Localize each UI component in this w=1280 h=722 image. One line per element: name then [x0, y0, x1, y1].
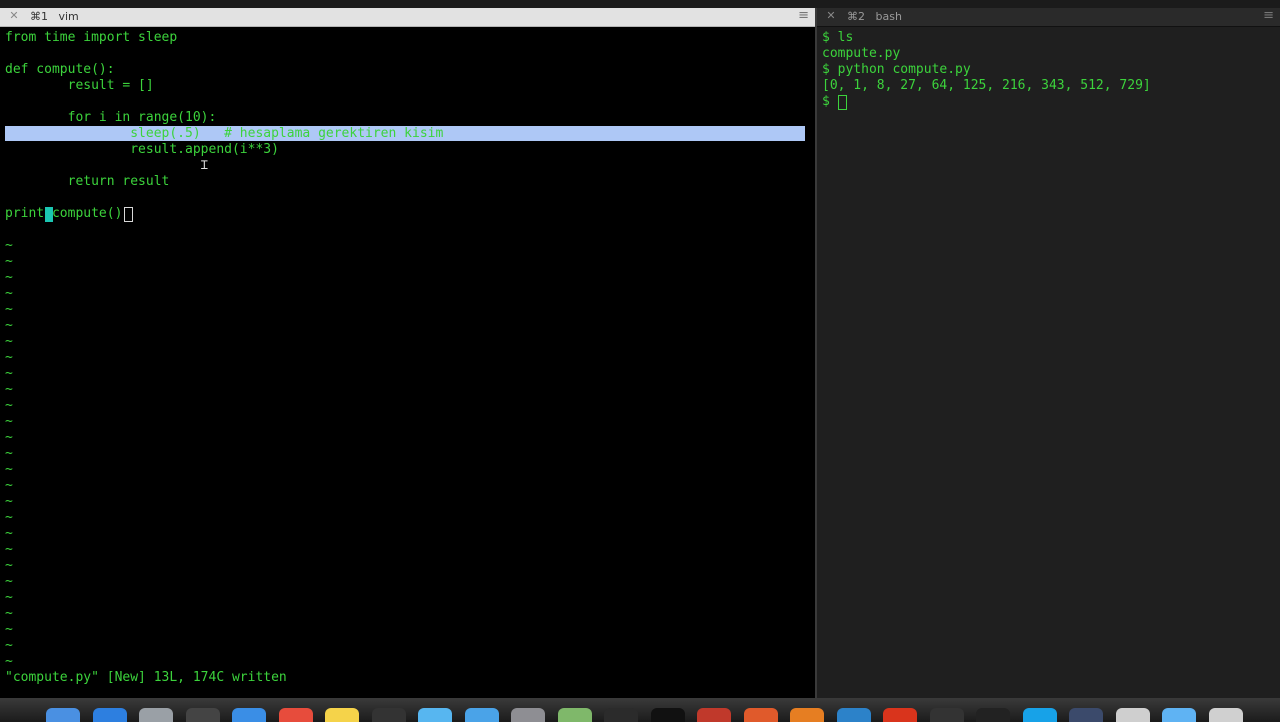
tilde-line: ~	[5, 606, 13, 621]
terminal-line: $ python compute.py	[822, 62, 971, 77]
tilde-line: ~	[5, 622, 13, 637]
terminal-line: $	[822, 94, 838, 109]
tilde-line: ~	[5, 462, 13, 477]
tilde-line: ~	[5, 318, 13, 333]
tilde-line: ~	[5, 254, 13, 269]
code-line: result.append(i**3)	[5, 142, 279, 157]
close-icon[interactable]: ✕	[8, 9, 20, 22]
tilde-line: ~	[5, 286, 13, 301]
ibeam-cursor-icon: Ɪ	[201, 158, 208, 172]
terminal-line: [0, 1, 8, 27, 64, 125, 216, 343, 512, 72…	[822, 78, 1151, 93]
bash-terminal[interactable]: $ ls compute.py $ python compute.py [0, …	[817, 27, 1280, 698]
code-line: return result	[5, 174, 170, 189]
tilde-line: ~	[5, 654, 13, 669]
terminal-line: compute.py	[822, 46, 901, 61]
tilde-line: ~	[5, 446, 13, 461]
status-line: "compute.py" [New] 13L, 174C written	[5, 670, 287, 685]
dock	[0, 698, 1280, 722]
tilde-line: ~	[5, 510, 13, 525]
bash-tab[interactable]: ✕ ⌘2 bash ≡	[817, 8, 1280, 27]
terminal-cursor	[838, 95, 847, 110]
close-icon[interactable]: ✕	[825, 9, 837, 22]
code-line: print compute()	[5, 206, 131, 221]
tilde-line: ~	[5, 430, 13, 445]
tilde-line: ~	[5, 238, 13, 253]
tab-title: ⌘2 bash	[847, 10, 902, 23]
tab-title: ⌘1 vim	[30, 10, 79, 23]
tilde-line: ~	[5, 414, 13, 429]
menu-icon[interactable]: ≡	[798, 8, 809, 23]
code-line: for i in range(10):	[5, 110, 217, 125]
code-line: result = []	[5, 78, 154, 93]
vim-editor[interactable]: from time import sleep def compute(): re…	[0, 27, 815, 698]
tilde-line: ~	[5, 302, 13, 317]
tilde-line: ~	[5, 494, 13, 509]
tilde-line: ~	[5, 478, 13, 493]
tilde-line: ~	[5, 350, 13, 365]
code-line: from time import sleep	[5, 30, 178, 45]
tilde-line: ~	[5, 334, 13, 349]
highlighted-code-line: sleep(.5) # hesaplama gerektiren kisim	[5, 126, 444, 141]
code-line: def compute():	[5, 62, 115, 77]
tilde-line: ~	[5, 542, 13, 557]
tilde-line: ~	[5, 638, 13, 653]
tilde-line: ~	[5, 270, 13, 285]
tilde-line: ~	[5, 366, 13, 381]
vim-tab[interactable]: ✕ ⌘1 vim ≡	[0, 8, 815, 27]
tilde-line: ~	[5, 526, 13, 541]
menu-icon[interactable]: ≡	[1263, 8, 1274, 23]
tilde-line: ~	[5, 398, 13, 413]
tilde-line: ~	[5, 558, 13, 573]
vim-pane[interactable]: ✕ ⌘1 vim ≡ from time import sleep def co…	[0, 8, 815, 698]
tilde-line: ~	[5, 382, 13, 397]
bash-pane[interactable]: ✕ ⌘2 bash ≡ $ ls compute.py $ python com…	[817, 8, 1280, 698]
terminal-line: $ ls	[822, 30, 854, 45]
tilde-line: ~	[5, 590, 13, 605]
tilde-line: ~	[5, 574, 13, 589]
